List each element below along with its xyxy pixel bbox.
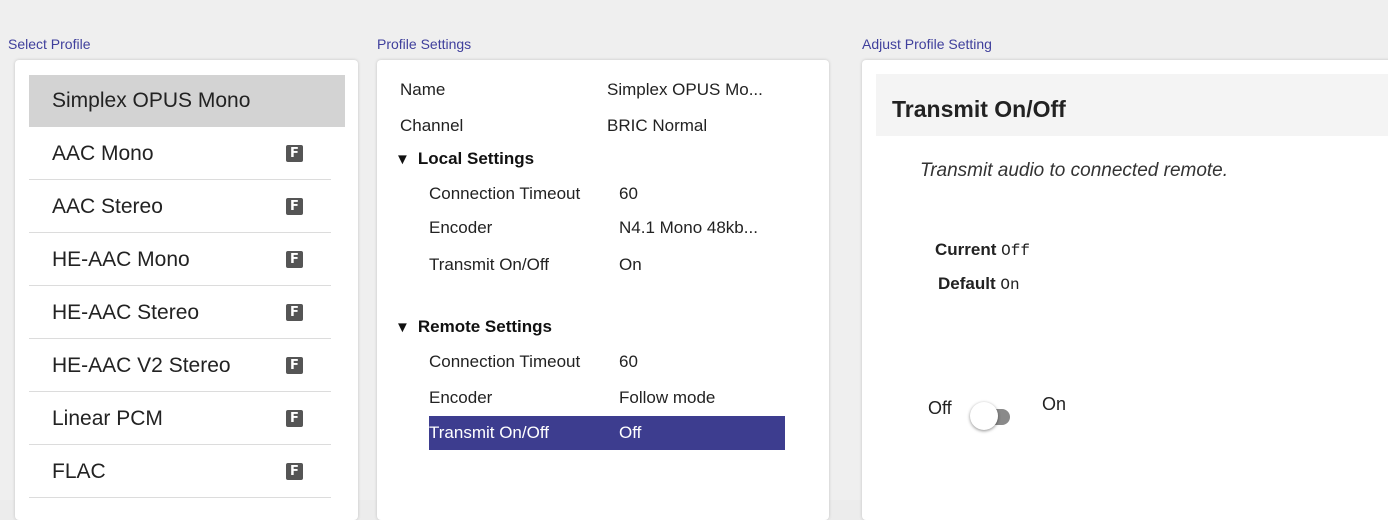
profile-item-simplex-opus-mono[interactable]: Simplex OPUS Mono: [29, 75, 345, 127]
local-encoder-label[interactable]: Encoder: [429, 218, 492, 238]
toggle-on-label: On: [1042, 394, 1067, 414]
profile-item-he-aac-stereo[interactable]: HE-AAC Stereo F: [29, 287, 331, 339]
remote-timeout-value[interactable]: 60: [619, 352, 638, 372]
collapse-triangle-icon: ▼: [395, 151, 410, 168]
profile-label: HE-AAC Stereo: [52, 301, 200, 324]
adjust-header: Transmit On/Off: [876, 74, 1388, 136]
channel-label: Channel: [400, 116, 464, 135]
adjust-setting-title: Adjust Profile Setting: [862, 36, 992, 52]
remote-timeout-label[interactable]: Connection Timeout: [429, 352, 580, 372]
f-badge-icon: F: [286, 198, 303, 215]
profile-label: HE-AAC V2 Stereo: [52, 354, 231, 377]
profile-item-aac-mono[interactable]: AAC Mono F: [29, 128, 331, 180]
name-value[interactable]: Simplex OPUS Mo...: [607, 80, 763, 100]
f-badge-icon: F: [286, 463, 303, 480]
current-row: Current Off: [935, 240, 1030, 260]
name-label: Name: [400, 80, 446, 99]
profile-label: HE-AAC Mono: [52, 248, 190, 271]
local-transmit-label[interactable]: Transmit On/Off: [429, 255, 549, 275]
channel-value[interactable]: BRIC Normal: [607, 116, 707, 136]
remote-encoder-value[interactable]: Follow mode: [619, 388, 715, 408]
local-encoder-value[interactable]: N4.1 Mono 48kb...: [619, 218, 758, 238]
profile-list: Simplex OPUS Mono AAC Mono F AAC Stereo …: [15, 60, 358, 520]
remote-settings-heading: Remote Settings: [417, 317, 552, 336]
f-badge-icon: F: [286, 145, 303, 162]
transmit-toggle-knob[interactable]: [970, 402, 998, 430]
default-value: On: [1000, 276, 1020, 294]
local-timeout-label[interactable]: Connection Timeout: [429, 184, 580, 204]
collapse-triangle-icon: ▼: [395, 319, 410, 336]
current-label: Current: [935, 240, 997, 259]
local-settings-header[interactable]: ▼ Local Settings: [395, 149, 534, 169]
profile-settings-panel: Name Simplex OPUS Mo... Channel BRIC Nor…: [377, 60, 829, 520]
profile-item-flac[interactable]: FLAC F: [29, 446, 331, 498]
profile-label: Simplex OPUS Mono: [52, 89, 251, 112]
adjust-title: Transmit On/Off: [892, 96, 1066, 122]
f-badge-icon: F: [286, 304, 303, 321]
remote-transmit-label: Transmit On/Off: [429, 423, 549, 442]
profile-item-he-aac-mono[interactable]: HE-AAC Mono F: [29, 234, 331, 286]
local-settings-heading: Local Settings: [417, 149, 535, 168]
profile-label: FLAC: [52, 460, 106, 483]
remote-transmit-row-selected[interactable]: Transmit On/Off Off: [429, 416, 785, 450]
f-badge-icon: F: [286, 410, 303, 427]
profile-label: Linear PCM: [52, 407, 163, 430]
profile-item-linear-pcm[interactable]: Linear PCM F: [29, 393, 331, 445]
f-badge-icon: F: [286, 251, 303, 268]
toggle-off-label: Off: [928, 398, 952, 418]
local-transmit-value[interactable]: On: [619, 255, 642, 275]
profile-item-he-aac-v2-stereo[interactable]: HE-AAC V2 Stereo F: [29, 340, 331, 392]
profile-label: AAC Stereo: [52, 195, 163, 218]
default-row: Default On: [938, 274, 1020, 294]
local-timeout-value[interactable]: 60: [619, 184, 638, 204]
f-badge-icon: F: [286, 357, 303, 374]
select-profile-title: Select Profile: [8, 36, 91, 52]
adjust-setting-panel: Transmit On/Off Transmit audio to connec…: [862, 60, 1388, 520]
profile-label: AAC Mono: [52, 142, 154, 165]
adjust-description: Transmit audio to connected remote.: [920, 160, 1229, 181]
profile-item-aac-stereo[interactable]: AAC Stereo F: [29, 181, 331, 233]
remote-settings-header[interactable]: ▼ Remote Settings: [395, 317, 552, 337]
current-value: Off: [1001, 242, 1030, 260]
remote-transmit-value: Off: [619, 423, 642, 442]
default-label: Default: [938, 274, 996, 293]
remote-encoder-label[interactable]: Encoder: [429, 388, 492, 408]
profile-settings-title: Profile Settings: [377, 36, 472, 52]
app-frame: Select Profile Profile Settings Adjust P…: [0, 0, 1388, 520]
